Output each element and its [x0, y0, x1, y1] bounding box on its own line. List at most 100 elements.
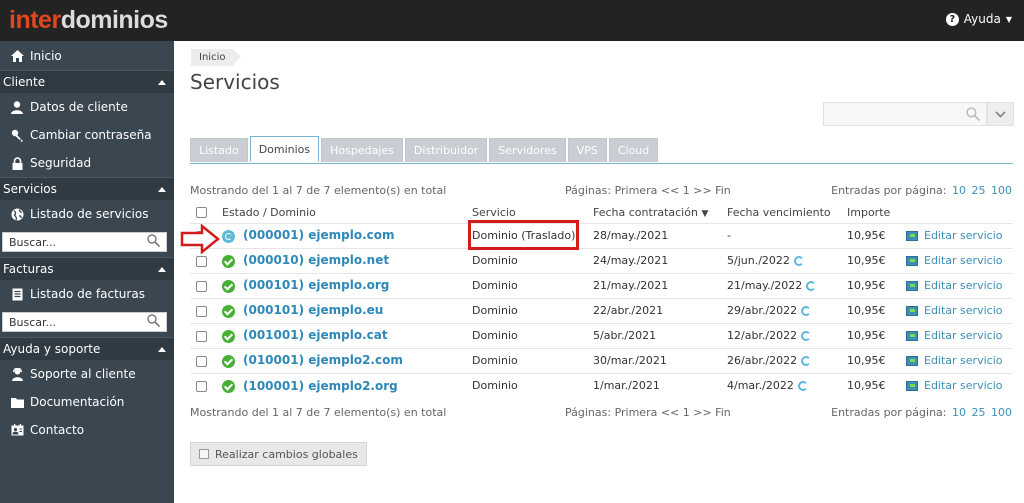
- table-row[interactable]: (000010) ejemplo.net Dominio 24/may./202…: [190, 247, 1013, 273]
- row-checkbox[interactable]: [196, 330, 207, 342]
- col-importe[interactable]: Importe: [847, 202, 906, 223]
- row-checkbox[interactable]: [196, 305, 207, 317]
- per-page-100[interactable]: 100: [991, 184, 1012, 197]
- sidebar-item-datos-cliente[interactable]: Datos de cliente: [0, 93, 174, 121]
- domain-link[interactable]: (000101) ejemplo.org: [243, 278, 389, 292]
- support-icon: [10, 367, 24, 381]
- renew-icon[interactable]: [806, 281, 817, 291]
- per-page-25[interactable]: 25: [972, 406, 986, 419]
- sidebar-section-ayuda[interactable]: Ayuda y soporte: [0, 337, 174, 360]
- col-fecha-vencimiento[interactable]: Fecha vencimiento: [727, 202, 847, 223]
- col-estado[interactable]: Estado / Dominio: [212, 202, 472, 223]
- domain-cell: (000101) ejemplo.eu: [212, 297, 472, 323]
- row-checkbox[interactable]: [196, 280, 207, 292]
- renew-icon[interactable]: [801, 356, 812, 366]
- per-page-25[interactable]: 25: [972, 184, 986, 197]
- tab-listado[interactable]: Listado: [190, 138, 248, 162]
- logo[interactable]: interdominios: [9, 6, 168, 34]
- sidebar-item-label: Contacto: [30, 423, 85, 437]
- search-icon[interactable]: [147, 314, 161, 330]
- sidebar-item-contacto[interactable]: Contacto: [0, 416, 174, 444]
- renew-icon[interactable]: [797, 381, 808, 392]
- domain-link[interactable]: (000010) ejemplo.net: [243, 253, 389, 267]
- price-cell: 10,95€: [847, 222, 906, 248]
- edit-service-link[interactable]: Editar servicio: [906, 354, 1013, 367]
- invoices-search-input[interactable]: Buscar...: [2, 312, 167, 332]
- table-row[interactable]: (000101) ejemplo.org Dominio 21/may./202…: [190, 272, 1013, 298]
- pagination[interactable]: Páginas: Primera << 1 >> Fin: [565, 184, 731, 197]
- price-cell: 10,95€: [847, 322, 906, 348]
- sidebar-item-listado-servicios[interactable]: Listado de servicios: [0, 200, 174, 228]
- tab-distribuidor[interactable]: Distribuidor: [404, 138, 488, 162]
- sidebar-item-home[interactable]: Inicio: [0, 41, 174, 70]
- sidebar-item-documentacion[interactable]: Documentación: [0, 388, 174, 416]
- per-page-100[interactable]: 100: [991, 406, 1012, 419]
- breadcrumb[interactable]: Inicio: [191, 49, 243, 66]
- help-menu[interactable]: ? Ayuda ▼: [945, 12, 1012, 26]
- row-select-cell: [190, 347, 212, 373]
- sidebar-item-soporte[interactable]: Soporte al cliente: [0, 360, 174, 388]
- sidebar-item-cambiar-contrasena[interactable]: Cambiar contraseña: [0, 121, 174, 149]
- expiry-date: 26/abr./2022: [727, 354, 798, 367]
- tab-vps[interactable]: VPS: [567, 138, 607, 162]
- service-cell: Dominio: [472, 372, 593, 398]
- collapse-icon: [158, 79, 166, 85]
- table-row[interactable]: (000101) ejemplo.eu Dominio 22/abr./2021…: [190, 297, 1013, 323]
- domain-link[interactable]: (100001) ejemplo2.org: [243, 379, 398, 393]
- contract-date-cell: 5/abr./2021: [593, 322, 727, 348]
- domain-cell: (010001) ejemplo2.com: [212, 347, 472, 373]
- filter-dropdown-button[interactable]: [987, 102, 1014, 126]
- search-icon[interactable]: [147, 234, 161, 250]
- edit-service-link[interactable]: Editar servicio: [906, 279, 1013, 292]
- per-page-10[interactable]: 10: [952, 406, 966, 419]
- domain-link[interactable]: (010001) ejemplo2.com: [243, 353, 403, 367]
- edit-service-icon: [906, 355, 918, 366]
- edit-service-link[interactable]: Editar servicio: [906, 329, 1013, 342]
- row-checkbox[interactable]: [196, 380, 207, 392]
- edit-service-link[interactable]: Editar servicio: [906, 229, 1013, 242]
- renew-icon[interactable]: [801, 331, 812, 341]
- table-header: Estado / Dominio Servicio Fecha contrata…: [190, 202, 1013, 223]
- tab-cloud[interactable]: Cloud: [608, 138, 659, 162]
- action-cell: Editar servicio: [906, 297, 1013, 323]
- edit-service-link[interactable]: Editar servicio: [906, 304, 1013, 317]
- table-row[interactable]: (100001) ejemplo2.org Dominio 1/mar./202…: [190, 372, 1013, 398]
- global-changes-button[interactable]: Realizar cambios globales: [190, 442, 367, 466]
- tab-hospedajes[interactable]: Hospedajes: [321, 138, 403, 162]
- logo-part-inter: inter: [9, 6, 61, 34]
- collapse-icon: [158, 346, 166, 352]
- sidebar-item-listado-facturas[interactable]: Listado de facturas: [0, 280, 174, 308]
- services-filter-input[interactable]: [823, 102, 987, 126]
- edit-service-icon: [906, 380, 918, 391]
- edit-service-link[interactable]: Editar servicio: [906, 254, 1013, 267]
- search-icon[interactable]: [966, 107, 981, 124]
- domain-link[interactable]: (000101) ejemplo.eu: [243, 303, 383, 317]
- row-checkbox[interactable]: [196, 355, 207, 367]
- status-active-icon: [222, 380, 235, 393]
- domain-link[interactable]: (000001) ejemplo.com: [243, 228, 395, 242]
- arrow-annotation-icon: [180, 224, 220, 254]
- pagination-bottom[interactable]: Páginas: Primera << 1 >> Fin: [565, 406, 731, 419]
- table-row[interactable]: (001001) ejemplo.cat Dominio 5/abr./2021…: [190, 322, 1013, 348]
- sidebar-section-facturas[interactable]: Facturas: [0, 257, 174, 280]
- tab-dominios[interactable]: Dominios: [249, 136, 320, 162]
- renew-icon[interactable]: [801, 306, 812, 316]
- col-fecha-contratacion[interactable]: Fecha contratación ▼: [593, 202, 727, 223]
- domain-link[interactable]: (001001) ejemplo.cat: [243, 328, 388, 342]
- select-all-checkbox[interactable]: [196, 207, 207, 219]
- row-checkbox[interactable]: [196, 255, 207, 267]
- edit-service-link[interactable]: Editar servicio: [906, 379, 1013, 392]
- services-search-input[interactable]: Buscar...: [2, 232, 167, 252]
- sidebar-item-seguridad[interactable]: Seguridad: [0, 149, 174, 177]
- sidebar-section-servicios[interactable]: Servicios: [0, 177, 174, 200]
- table-row[interactable]: (010001) ejemplo2.com Dominio 30/mar./20…: [190, 347, 1013, 373]
- renew-icon[interactable]: [793, 256, 804, 266]
- tab-servidores[interactable]: Servidores: [489, 138, 566, 162]
- service-cell: Dominio: [472, 247, 593, 273]
- table-row[interactable]: (000001) ejemplo.com Dominio (Traslado) …: [190, 222, 1013, 248]
- per-page-10[interactable]: 10: [952, 184, 966, 197]
- sidebar-item-label: Datos de cliente: [30, 100, 128, 114]
- lock-icon: [10, 156, 24, 170]
- sidebar-section-cliente[interactable]: Cliente: [0, 70, 174, 93]
- action-cell: Editar servicio: [906, 372, 1013, 398]
